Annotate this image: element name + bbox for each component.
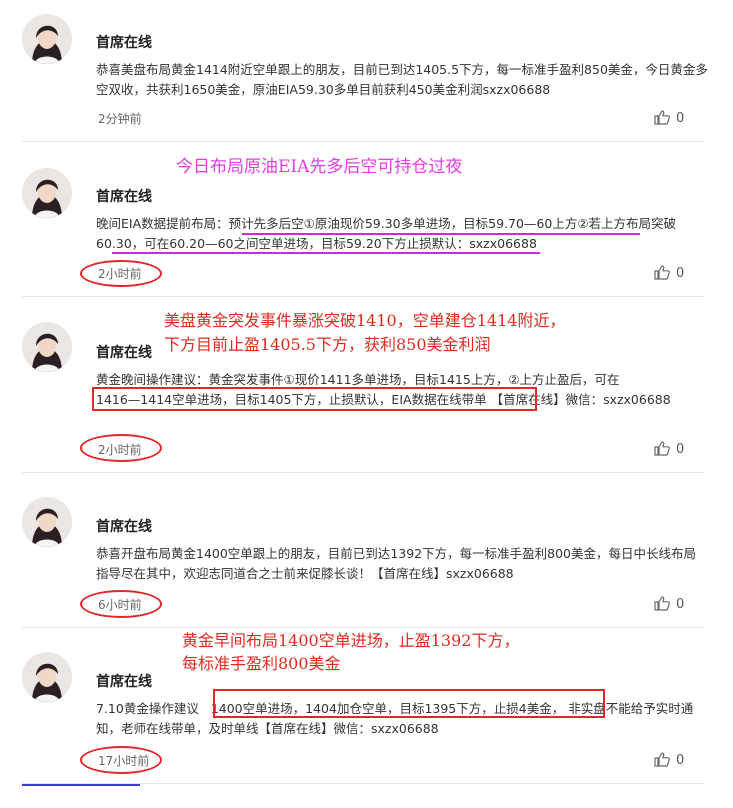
highlight-underline (242, 233, 640, 235)
highlight-underline (112, 252, 540, 254)
highlight-box (213, 689, 605, 718)
author-name[interactable]: 首席在线 (96, 186, 152, 206)
avatar[interactable] (22, 322, 72, 372)
post-time: 2分钟前 (98, 112, 142, 126)
annotation-note: 美盘黄金突发事件暴涨突破1410，空单建仓1414附近， (164, 311, 566, 330)
avatar[interactable] (22, 168, 72, 218)
like-count: 0 (676, 266, 685, 281)
thumbs-up-icon (654, 265, 670, 284)
bottom-accent-line (22, 784, 140, 786)
author-name[interactable]: 首席在线 (96, 32, 152, 52)
post-text-part: 7.10黄金操作建议 (96, 701, 199, 716)
like-button[interactable]: 0 (654, 596, 684, 615)
divider (22, 472, 704, 473)
highlight-box (92, 387, 537, 411)
annotation-note: 每标准手盈利800美金 (182, 654, 341, 673)
like-count: 0 (676, 442, 685, 457)
thumbs-up-icon (654, 441, 670, 460)
post-text: 恭喜开盘布局黄金1400空单跟上的朋友，目前已到达1392下方，每一标准手盈利8… (96, 546, 696, 581)
avatar[interactable] (22, 497, 72, 547)
post-time: 17小时前 (98, 754, 150, 768)
like-button[interactable]: 0 (654, 110, 684, 129)
thumbs-up-icon (654, 596, 670, 615)
post-text-part: 黄金晚间操作建议：黄金突发事件①现价1411多单进场，目标1415上方，②上方止… (96, 372, 620, 387)
like-button[interactable]: 0 (654, 265, 684, 284)
divider (22, 141, 704, 142)
like-count: 0 (676, 111, 685, 126)
author-name[interactable]: 首席在线 (96, 342, 152, 362)
annotation-note: 下方目前止盈1405.5下方，获利850美金利润 (164, 335, 491, 354)
avatar[interactable] (22, 14, 72, 64)
annotation-note: 今日布局原油EIA先多后空可持仓过夜 (176, 157, 463, 177)
divider (22, 296, 704, 297)
divider (22, 627, 704, 628)
author-name[interactable]: 首席在线 (96, 671, 152, 691)
like-button[interactable]: 0 (654, 752, 684, 771)
post-text: 恭喜美盘布局黄金1414附近空单跟上的朋友，目前已到达1405.5下方，每一标准… (96, 62, 708, 97)
annotation-note: 黄金早间布局1400空单进场，止盈1392下方， (182, 631, 520, 650)
post-time: 2小时前 (98, 443, 142, 457)
like-count: 0 (676, 753, 685, 768)
post-time: 2小时前 (98, 267, 142, 281)
like-count: 0 (676, 597, 685, 612)
thumbs-up-icon (654, 752, 670, 771)
like-button[interactable]: 0 (654, 441, 684, 460)
thumbs-up-icon (654, 110, 670, 129)
post-time: 6小时前 (98, 598, 142, 612)
author-name[interactable]: 首席在线 (96, 516, 152, 536)
avatar[interactable] (22, 652, 72, 702)
